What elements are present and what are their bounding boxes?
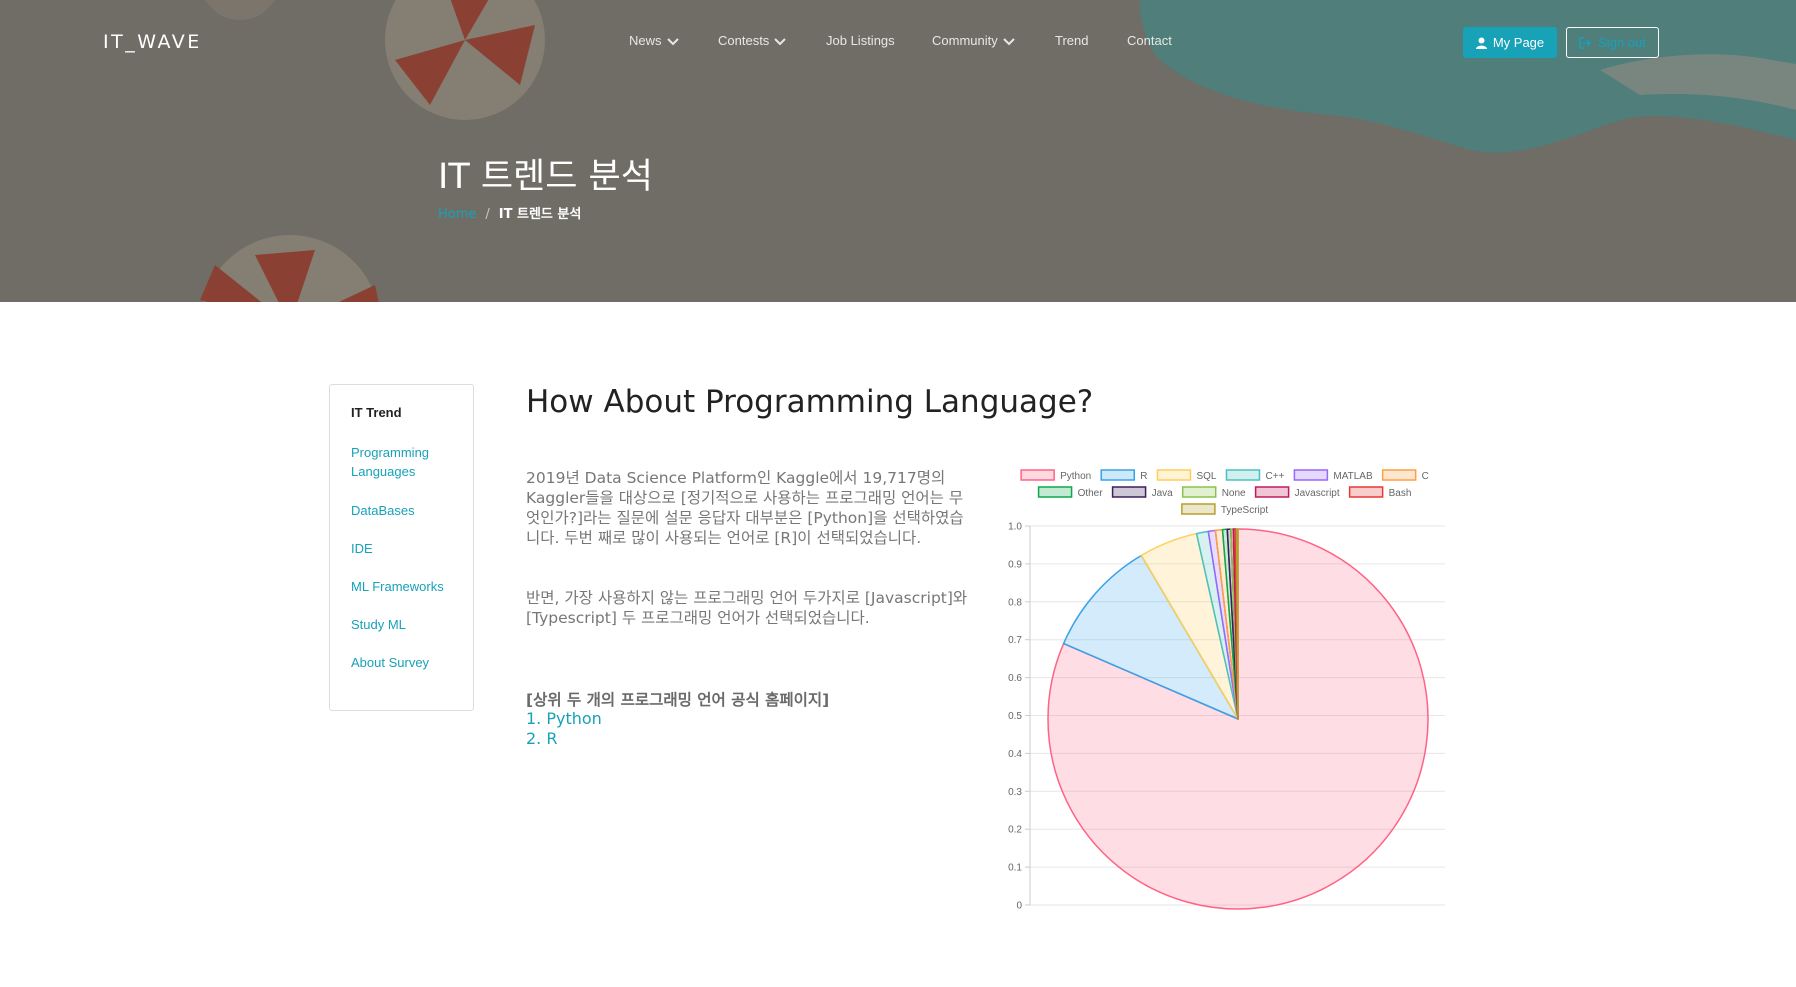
chevron-down-icon xyxy=(1003,37,1015,45)
chevron-down-icon xyxy=(774,37,787,45)
user-icon xyxy=(1475,37,1487,49)
nav-news[interactable]: News xyxy=(629,33,679,48)
legend-swatch-r xyxy=(1100,469,1136,481)
section-title: How About Programming Language? xyxy=(526,384,1094,420)
legend-swatch-c xyxy=(1381,469,1417,481)
nav-news-label: News xyxy=(629,33,662,48)
nav-community[interactable]: Community xyxy=(932,33,1015,48)
legend-label-sql: SQL xyxy=(1196,471,1216,482)
y-tick-label: 0.6 xyxy=(1008,673,1022,684)
y-tick-label: 0.8 xyxy=(1008,597,1022,608)
y-tick-label: 0.2 xyxy=(1008,825,1022,836)
legend-swatch-bash xyxy=(1348,486,1384,498)
legend-label-matlab: MATLAB xyxy=(1333,471,1373,482)
nav-job-listings[interactable]: Job Listings xyxy=(826,33,895,48)
legend-label-other: Other xyxy=(1078,488,1104,499)
legend-label-typescript: TypeScript xyxy=(1221,505,1268,516)
r-link[interactable]: 2. R xyxy=(526,729,557,748)
my-page-button[interactable]: My Page xyxy=(1463,27,1557,58)
breadcrumb: Home / IT 트렌드 분석 xyxy=(438,203,581,222)
y-tick-label: 1.0 xyxy=(1008,522,1022,533)
breadcrumb-separator: / xyxy=(485,207,490,222)
legend-label-java: Java xyxy=(1152,488,1174,499)
legend-swatch-matlab xyxy=(1293,469,1329,481)
hero-banner: IT_WAVE News Contests Job Listings Commu… xyxy=(0,0,1796,302)
sidebar-item-ide[interactable]: IDE xyxy=(351,539,466,558)
my-page-label: My Page xyxy=(1492,35,1545,50)
nav-contact-label: Contact xyxy=(1127,33,1172,48)
legend-swatch-none xyxy=(1181,486,1217,498)
sidebar-heading: IT Trend xyxy=(351,405,402,420)
y-tick-label: 0.7 xyxy=(1008,635,1022,646)
sign-out-label: Sign out xyxy=(1598,35,1646,50)
legend-label-python: Python xyxy=(1060,471,1091,482)
sidebar-item-databases[interactable]: DataBases xyxy=(351,501,466,520)
legend-swatch-other xyxy=(1037,486,1073,498)
nav-contests[interactable]: Contests xyxy=(718,33,787,48)
sidebar-item-study-ml[interactable]: Study ML xyxy=(351,615,466,634)
language-usage-pie-chart: Python R SQL C++ MATLAB C Other Java None Javascr… xyxy=(1008,469,1445,912)
nav-contests-label: Contests xyxy=(718,33,770,48)
sidebar-item-ml-frameworks[interactable]: ML Frameworks xyxy=(351,577,466,596)
nav-job-listings-label: Job Listings xyxy=(826,33,895,48)
page-title: IT 트렌드 분석 xyxy=(438,157,653,197)
official-links-heading: [상위 두 개의 프로그래밍 언어 공식 홈페이지] xyxy=(526,691,830,709)
breadcrumb-current: IT 트렌드 분석 xyxy=(498,207,582,222)
legend-swatch-typescript xyxy=(1181,503,1216,515)
y-tick-label: 0 xyxy=(1016,901,1022,912)
legend-label-bash: Bash xyxy=(1389,488,1412,499)
legend-label-none: None xyxy=(1222,488,1246,499)
legend-label-javascript: Javascript xyxy=(1295,488,1340,499)
sign-out-icon xyxy=(1579,36,1592,49)
sidebar: IT Trend Programming Languages DataBases… xyxy=(329,384,474,711)
nav-trend-label: Trend xyxy=(1055,33,1089,48)
legend-label-c: C xyxy=(1422,471,1429,482)
chevron-down-icon xyxy=(666,37,679,45)
legend-swatch-java xyxy=(1111,486,1147,498)
legend-swatch-javascript xyxy=(1254,486,1290,498)
legend-swatch-python xyxy=(1020,469,1055,481)
nav-community-label: Community xyxy=(932,33,998,48)
intro-paragraph: 2019년 Data Science Platform인 Kaggle에서 19… xyxy=(526,469,964,547)
y-tick-label: 0.9 xyxy=(1008,559,1022,570)
site-logo[interactable]: IT_WAVE xyxy=(103,31,202,53)
y-tick-label: 0.5 xyxy=(1008,711,1022,722)
y-tick-label: 0.3 xyxy=(1008,787,1022,798)
sidebar-item-programming-languages[interactable]: Programming Languages xyxy=(351,443,466,481)
y-tick-label: 0.1 xyxy=(1008,863,1022,874)
nav-trend[interactable]: Trend xyxy=(1055,33,1088,48)
legend-label-c++: C++ xyxy=(1265,471,1284,482)
breadcrumb-home-link[interactable]: Home xyxy=(438,207,476,222)
sign-out-button[interactable]: Sign out xyxy=(1566,27,1659,58)
legend-swatch-c++ xyxy=(1225,469,1261,481)
python-link[interactable]: 1. Python xyxy=(526,709,602,728)
nav-contact[interactable]: Contact xyxy=(1127,33,1172,48)
least-used-paragraph: 반면, 가장 사용하지 않는 프로그래밍 언어 두가지로 [Javascript… xyxy=(526,589,968,627)
y-tick-label: 0.4 xyxy=(1008,749,1022,760)
sidebar-item-about-survey[interactable]: About Survey xyxy=(351,653,466,672)
legend-label-r: R xyxy=(1140,471,1147,482)
legend-swatch-sql xyxy=(1156,469,1192,481)
